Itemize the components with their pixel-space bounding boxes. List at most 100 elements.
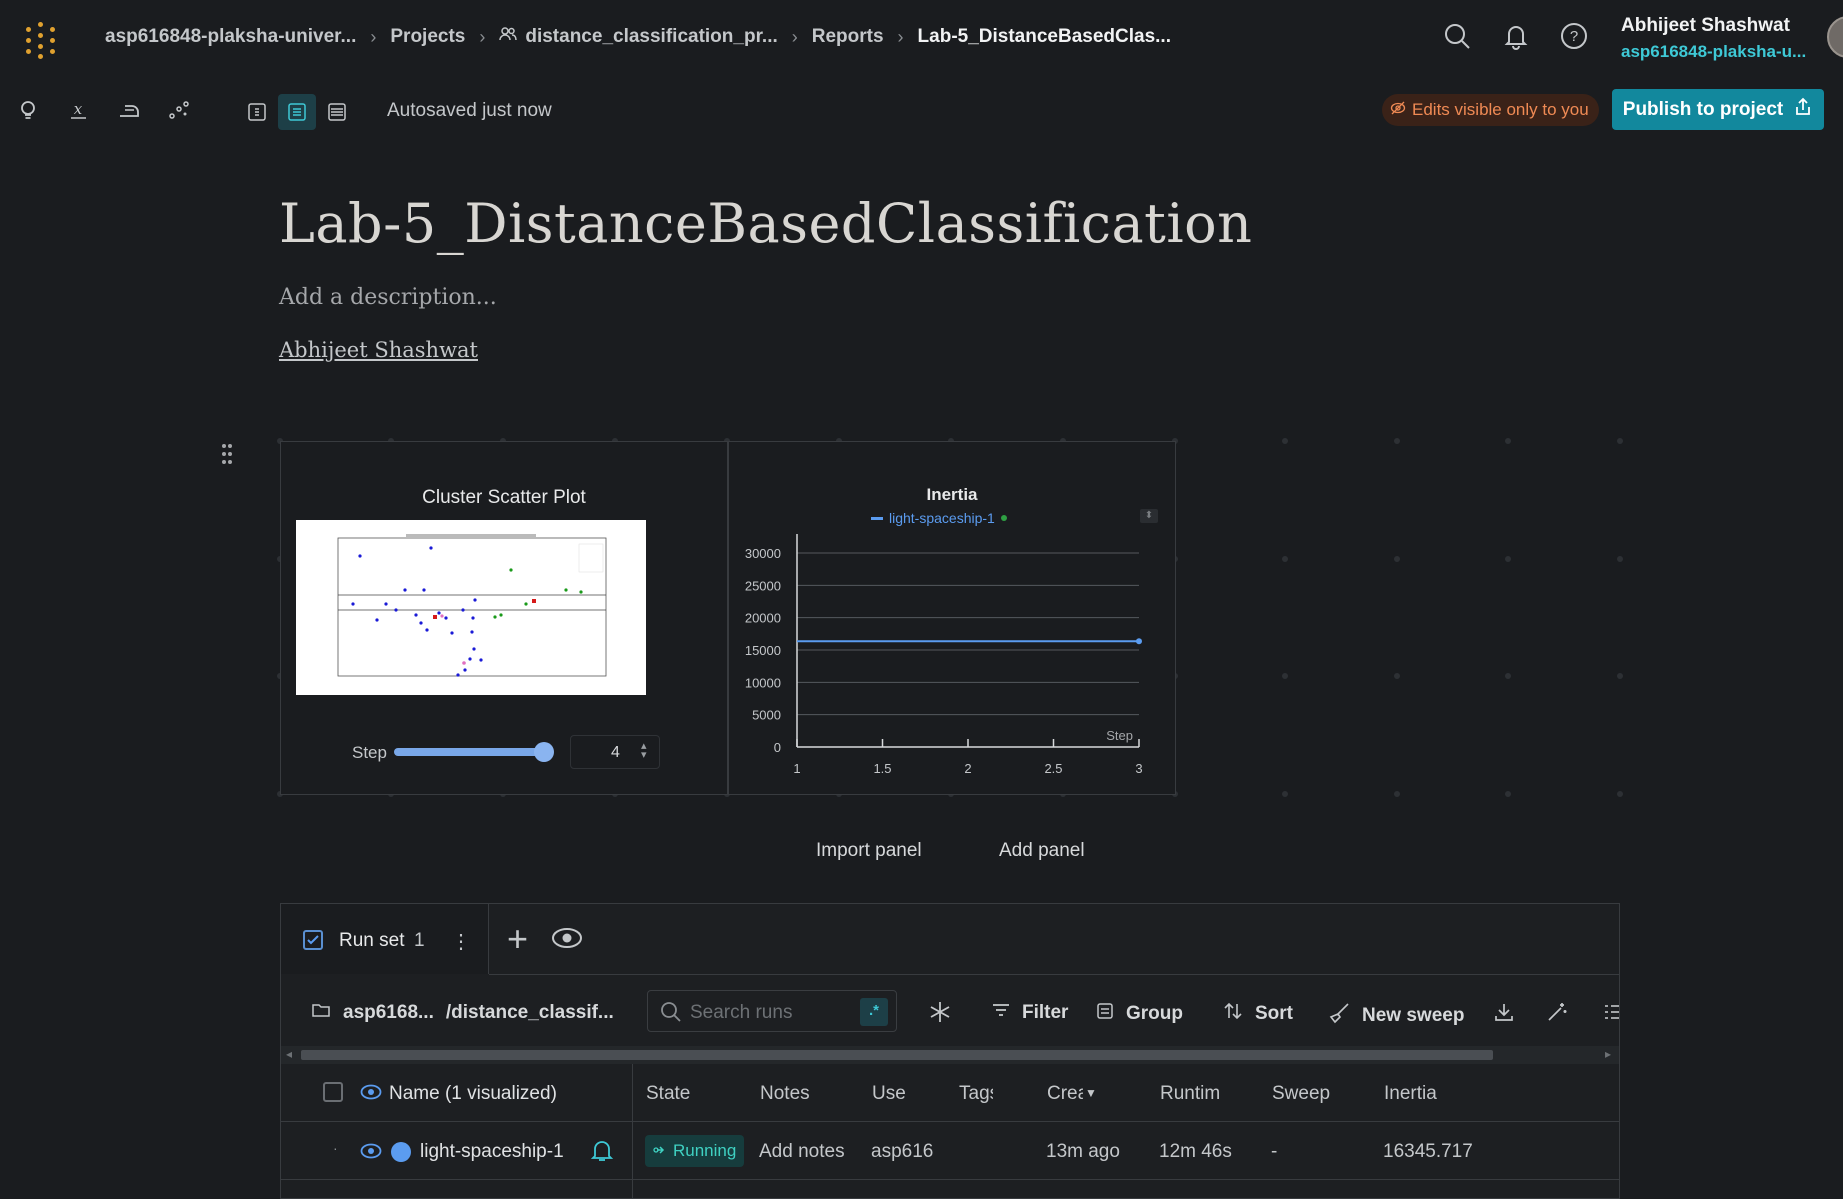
bell-icon[interactable] (590, 1139, 614, 1168)
filter-label: Filter (1022, 1002, 1069, 1023)
add-panel-button[interactable]: Add panel (999, 840, 1085, 862)
scroll-left-icon[interactable]: ◂ (286, 1047, 292, 1061)
grid-dot (1394, 673, 1400, 679)
eye-icon[interactable] (360, 1084, 382, 1105)
status-text: Running (673, 1141, 737, 1160)
user-org: asp616848-plaksha-u... (1621, 42, 1807, 61)
lightbulb-icon[interactable] (15, 98, 41, 124)
search-icon[interactable] (1443, 22, 1471, 55)
eye-icon[interactable] (551, 927, 583, 954)
filter-button[interactable]: Filter (992, 1002, 1068, 1024)
svg-text:?: ? (1570, 28, 1578, 45)
col-name[interactable]: Name (1 visualized) (389, 1083, 557, 1105)
series-point (1136, 638, 1142, 645)
scrollbar-thumb[interactable] (301, 1050, 1493, 1060)
import-panel-button[interactable]: Import panel (816, 840, 922, 862)
formula-icon[interactable]: x (66, 98, 92, 124)
scatter-icon[interactable] (166, 98, 192, 124)
report-author-link[interactable]: Abhijeet Shashwat (279, 338, 478, 362)
add-run-set-icon[interactable]: + (507, 921, 528, 957)
freeze-icon[interactable] (928, 1000, 952, 1024)
col-created[interactable]: Crea (1047, 1083, 1083, 1105)
edits-visibility-text: Edits visible only to you (1412, 100, 1589, 119)
breadcrumb-reports[interactable]: Reports (812, 26, 884, 48)
report-title[interactable]: Lab-5_DistanceBasedClassification (279, 192, 1252, 255)
grid-dot (1617, 791, 1623, 797)
iron-icon[interactable] (116, 98, 142, 124)
select-all-checkbox[interactable] (323, 1082, 343, 1102)
run-set-checkbox[interactable] (303, 930, 323, 950)
col-state[interactable]: State (646, 1083, 690, 1105)
col-runtime[interactable]: Runtim (1160, 1083, 1224, 1105)
step-slider-thumb[interactable] (534, 742, 554, 762)
width-wide-icon[interactable] (318, 94, 356, 130)
cluster-scatter-image[interactable] (296, 520, 646, 695)
autosave-status: Autosaved just now (387, 100, 552, 121)
width-narrow-icon[interactable] (238, 94, 276, 130)
col-tags[interactable]: Tags (959, 1083, 993, 1105)
run-color-dot[interactable] (391, 1142, 411, 1162)
publish-button[interactable]: Publish to project (1612, 89, 1824, 130)
search-runs-input[interactable]: Search runs .* (647, 990, 897, 1032)
col-notes[interactable]: Notes (760, 1083, 810, 1105)
avatar[interactable] (1827, 16, 1843, 58)
chevron-right-icon: › (370, 26, 377, 47)
step-slider-track[interactable] (394, 748, 544, 756)
x-tick-label: 2 (964, 761, 971, 776)
grid-dot (1394, 791, 1400, 797)
width-medium-icon[interactable] (278, 94, 316, 130)
col-sweep[interactable]: Sweep (1272, 1083, 1330, 1105)
group-icon (1096, 1002, 1114, 1026)
regex-toggle-button[interactable]: .* (860, 998, 888, 1026)
scroll-right-icon[interactable]: ▸ (1605, 1047, 1611, 1061)
breadcrumb-project[interactable]: distance_classification_pr... (525, 26, 777, 48)
more-vertical-icon[interactable]: ⋮ (451, 929, 471, 954)
new-sweep-label: New sweep (1362, 1005, 1465, 1026)
report-description-input[interactable]: Add a description... (279, 285, 497, 310)
table-row[interactable]: · light-spaceship-1 Running Add notes as… (281, 1122, 1619, 1180)
y-tick-label: 10000 (745, 675, 781, 690)
run-name[interactable]: light-spaceship-1 (420, 1141, 564, 1163)
step-number-input[interactable]: 4 ▴ ▾ (570, 735, 660, 769)
breadcrumb-current-report[interactable]: Lab-5_DistanceBasedClas... (918, 26, 1171, 48)
col-user[interactable]: Use (872, 1083, 906, 1105)
wandb-logo-icon[interactable] (24, 22, 62, 59)
user-menu[interactable]: Abhijeet Shashwat asp616848-plaksha-u... (1621, 15, 1806, 62)
run-runtime: 12m 46s (1159, 1141, 1232, 1162)
group-button[interactable]: Group (1096, 1002, 1183, 1026)
new-sweep-button[interactable]: New sweep (1328, 1002, 1464, 1030)
breadcrumb-projects[interactable]: Projects (390, 26, 465, 48)
grid-dot (1505, 791, 1511, 797)
columns-icon[interactable] (1603, 1003, 1619, 1021)
broom-icon (1328, 1002, 1350, 1030)
x-tick-label: 2.5 (1044, 761, 1062, 776)
magic-wand-icon[interactable] (1546, 1001, 1568, 1023)
run-sweep: - (1271, 1141, 1278, 1162)
running-icon (653, 1141, 667, 1161)
run-set-tab[interactable]: Run set 1 ⋮ (281, 904, 489, 974)
breadcrumb: asp616848-plaksha-univer... › Projects ›… (105, 26, 1171, 48)
drag-handle-icon[interactable] (221, 443, 233, 465)
stepper-arrows-icon[interactable]: ▴ ▾ (641, 741, 647, 761)
chevron-right-icon: › (897, 26, 904, 47)
sort-button[interactable]: Sort (1223, 1002, 1293, 1026)
run-inertia: 16345.717 (1383, 1141, 1473, 1162)
table-header: Name (1 visualized) State Notes Use Tags… (281, 1064, 1619, 1122)
project-path[interactable]: asp6168... /distance_classif... (311, 1001, 614, 1025)
x-tick-label: 3 (1135, 761, 1142, 776)
add-notes-link[interactable]: Add notes (759, 1141, 845, 1163)
y-tick-label: 0 (774, 740, 781, 755)
breadcrumb-org[interactable]: asp616848-plaksha-univer... (105, 26, 356, 48)
horizontal-scrollbar[interactable]: ◂ ▸ (281, 1046, 1619, 1064)
grid-dot (1617, 673, 1623, 679)
run-set-title: Run set (339, 930, 405, 951)
help-icon[interactable]: ? (1560, 22, 1588, 55)
eye-icon[interactable] (360, 1143, 382, 1164)
bell-icon[interactable] (1502, 22, 1530, 55)
download-icon[interactable] (1493, 1001, 1515, 1023)
user-name: Abhijeet Shashwat (1621, 15, 1790, 36)
grid-dot (1282, 791, 1288, 797)
sort-desc-icon[interactable]: ▼ (1085, 1086, 1097, 1100)
col-inertia[interactable]: Inertia (1384, 1083, 1437, 1105)
status-badge: Running (645, 1135, 745, 1167)
